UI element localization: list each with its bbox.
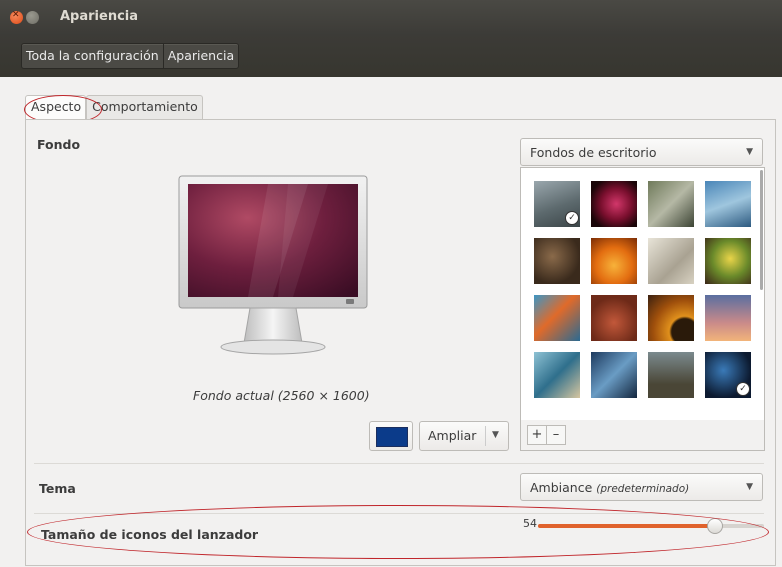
- wallpaper-thumb[interactable]: [705, 238, 751, 284]
- selected-check-icon: ✓: [736, 382, 750, 396]
- wallpaper-thumb[interactable]: [648, 238, 694, 284]
- launcher-icon-size-label: Tamaño de iconos del lanzador: [41, 527, 259, 542]
- breadcrumb: Toda la configuración Apariencia: [21, 43, 240, 69]
- background-heading: Fondo: [37, 137, 81, 152]
- gallery-scrollbar[interactable]: [760, 170, 763, 290]
- wallpaper-thumb[interactable]: [591, 295, 637, 341]
- remove-wallpaper-button[interactable]: –: [546, 425, 566, 445]
- launcher-icon-size-value: 54: [523, 517, 537, 530]
- theme-name: Ambiance: [530, 480, 593, 495]
- window-titlebar: Apariencia: [0, 0, 782, 35]
- dropdown-separator: [485, 426, 486, 446]
- wallpaper-thumb[interactable]: [648, 181, 694, 227]
- wallpaper-thumb[interactable]: [534, 238, 580, 284]
- slider-fill: [538, 524, 715, 528]
- theme-value: Ambiance (predeterminado): [530, 480, 689, 495]
- wallpaper-thumb[interactable]: [591, 238, 637, 284]
- wallpaper-thumb[interactable]: [591, 181, 637, 227]
- theme-dropdown[interactable]: Ambiance (predeterminado) ▼: [520, 473, 763, 501]
- tab-look[interactable]: Aspecto: [25, 95, 87, 119]
- theme-heading: Tema: [39, 481, 76, 496]
- divider: [34, 463, 764, 464]
- breadcrumb-current[interactable]: Apariencia: [162, 44, 238, 68]
- divider: [34, 513, 764, 514]
- tab-strip: Aspecto Comportamiento: [25, 95, 203, 119]
- chevron-down-icon: ▼: [746, 482, 753, 492]
- window-title: Apariencia: [60, 9, 139, 24]
- color-swatch: [376, 427, 408, 447]
- wallpaper-thumb[interactable]: ✓: [534, 181, 580, 227]
- toolbar: Toda la configuración Apariencia: [0, 35, 782, 77]
- wallpaper-thumb[interactable]: [648, 352, 694, 398]
- minimize-window-button[interactable]: [26, 11, 39, 24]
- wallpaper-thumb[interactable]: [705, 295, 751, 341]
- gallery-toolbar: + –: [520, 420, 765, 451]
- wallpaper-thumb[interactable]: ✓: [705, 352, 751, 398]
- breadcrumb-all-settings[interactable]: Toda la configuración: [22, 44, 163, 68]
- background-color-button[interactable]: [369, 421, 413, 451]
- close-window-button[interactable]: [10, 10, 23, 24]
- wallpaper-thumb[interactable]: [591, 352, 637, 398]
- wallpaper-thumb[interactable]: [534, 352, 580, 398]
- background-source-dropdown[interactable]: Fondos de escritorio ▼: [520, 138, 763, 166]
- zoom-mode-dropdown[interactable]: Ampliar ▼: [419, 421, 509, 451]
- tab-behavior[interactable]: Comportamiento: [86, 95, 203, 119]
- background-caption: Fondo actual (2560 × 1600): [193, 388, 370, 403]
- wallpaper-thumb[interactable]: [648, 295, 694, 341]
- chevron-down-icon: ▼: [746, 147, 753, 157]
- wallpaper-thumb[interactable]: [534, 295, 580, 341]
- wallpaper-gallery[interactable]: ✓ ✓: [520, 167, 765, 422]
- theme-note: (predeterminado): [596, 483, 690, 495]
- launcher-icon-size-slider[interactable]: [538, 518, 764, 534]
- monitor-preview-icon: [178, 175, 368, 355]
- add-wallpaper-button[interactable]: +: [527, 425, 547, 445]
- chevron-down-icon: ▼: [492, 430, 499, 440]
- wallpaper-thumb[interactable]: [705, 181, 751, 227]
- selected-check-icon: ✓: [565, 211, 579, 225]
- zoom-mode-value: Ampliar: [428, 428, 477, 443]
- background-source-value: Fondos de escritorio: [530, 145, 657, 160]
